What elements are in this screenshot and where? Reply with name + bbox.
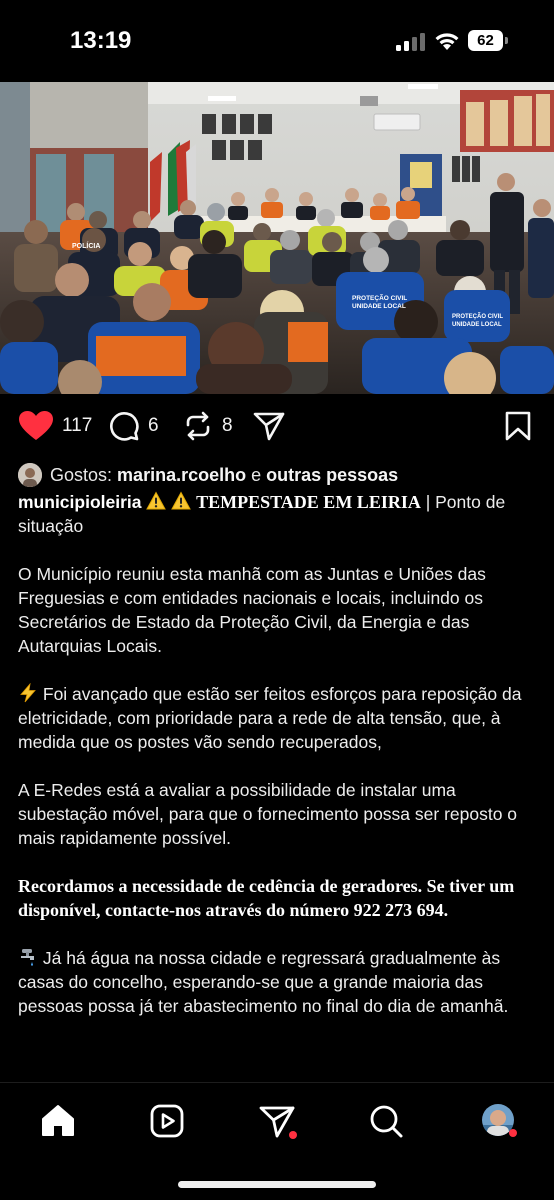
caption-paragraph-2-wrap: Foi avançado que estão ser feitos esforç… bbox=[18, 682, 540, 754]
repost-count[interactable]: 8 bbox=[222, 415, 233, 437]
repost-action[interactable]: 8 bbox=[182, 410, 233, 442]
water-tap-icon bbox=[21, 949, 34, 966]
wifi-icon bbox=[435, 33, 459, 50]
author-username[interactable]: municipioleiria bbox=[18, 492, 142, 512]
caption-paragraph-5-wrap: Já há água na nossa cidade e regressará … bbox=[18, 946, 540, 1018]
instagram-post-screen: 13:19 62 PROTEÇÃO CIVIL UNIDADE LOCAL PR… bbox=[0, 0, 554, 1200]
like-action[interactable]: 117 bbox=[18, 410, 92, 442]
nav-messages[interactable] bbox=[257, 1101, 297, 1141]
status-time: 13:19 bbox=[70, 27, 132, 54]
nav-search[interactable] bbox=[366, 1101, 406, 1141]
bookmark-icon[interactable] bbox=[504, 410, 532, 442]
repost-icon[interactable] bbox=[182, 410, 214, 442]
liker-avatar[interactable] bbox=[18, 463, 42, 487]
caption-paragraph-1: O Município reuniu esta manhã com as Jun… bbox=[18, 564, 486, 656]
likes-joiner: e bbox=[251, 464, 262, 485]
vest-text-unidade: UNIDADE LOCAL bbox=[352, 303, 406, 310]
lightning-icon bbox=[20, 683, 36, 703]
search-icon[interactable] bbox=[366, 1101, 406, 1141]
vest-text-unidade-2: UNIDADE LOCAL bbox=[452, 322, 502, 328]
save-action[interactable] bbox=[504, 410, 532, 442]
nav-profile[interactable] bbox=[478, 1101, 518, 1141]
battery-icon: 62 bbox=[468, 30, 508, 52]
caption-paragraph-5: Já há água na nossa cidade e regressará … bbox=[18, 948, 509, 1016]
headline-separator: | bbox=[425, 492, 431, 512]
cellular-signal-icon bbox=[396, 33, 425, 51]
profile-notification-dot bbox=[509, 1129, 517, 1137]
post-caption: municipioleiria TEMPESTADE EM LEIRIA | P… bbox=[18, 490, 540, 1018]
caption-headline: TEMPESTADE EM LEIRIA bbox=[196, 492, 421, 512]
nav-home[interactable] bbox=[38, 1101, 78, 1141]
comment-count[interactable]: 6 bbox=[148, 415, 159, 437]
home-indicator bbox=[178, 1181, 376, 1188]
battery-level: 62 bbox=[477, 32, 494, 49]
warning-icon bbox=[146, 491, 167, 510]
warning-icon bbox=[171, 491, 192, 510]
messages-notification-dot bbox=[289, 1131, 297, 1139]
liked-by-line[interactable]: Gostos: marina.rcoelho e outras pessoas bbox=[18, 462, 398, 488]
liked-by-username[interactable]: marina.rcoelho bbox=[117, 465, 246, 486]
comment-icon[interactable] bbox=[108, 410, 140, 442]
likes-others-link[interactable]: outras pessoas bbox=[266, 465, 398, 486]
like-count[interactable]: 117 bbox=[62, 415, 92, 437]
vest-text-protecao-2: PROTEÇÃO CIVIL bbox=[452, 313, 503, 320]
post-photo[interactable]: PROTEÇÃO CIVIL UNIDADE LOCAL PROTEÇÃO CI… bbox=[0, 82, 554, 394]
caption-paragraph-3: A E-Redes está a avaliar a possibilidade… bbox=[18, 780, 518, 848]
likes-prefix: Gostos: bbox=[50, 464, 113, 485]
meeting-room-illustration: PROTEÇÃO CIVIL UNIDADE LOCAL PROTEÇÃO CI… bbox=[0, 82, 554, 394]
heart-icon[interactable] bbox=[18, 410, 54, 442]
reels-icon[interactable] bbox=[147, 1101, 187, 1141]
home-icon[interactable] bbox=[38, 1101, 78, 1141]
nav-reels[interactable] bbox=[147, 1101, 187, 1141]
share-action[interactable] bbox=[252, 410, 286, 442]
vest-text-protecao: PROTEÇÃO CIVIL bbox=[352, 293, 407, 302]
caption-header: municipioleiria TEMPESTADE EM LEIRIA | P… bbox=[18, 490, 540, 538]
send-icon[interactable] bbox=[252, 410, 286, 442]
post-actions: 117 6 8 bbox=[0, 400, 554, 456]
caption-paragraph-4: Recordamos a necessidade de cedência de … bbox=[18, 876, 515, 920]
status-bar: 13:19 62 bbox=[0, 0, 554, 82]
caption-paragraph-2: Foi avançado que estão ser feitos esforç… bbox=[18, 684, 522, 752]
vest-text-policia: POLÍCIA bbox=[72, 241, 100, 250]
comment-action[interactable]: 6 bbox=[108, 410, 159, 442]
